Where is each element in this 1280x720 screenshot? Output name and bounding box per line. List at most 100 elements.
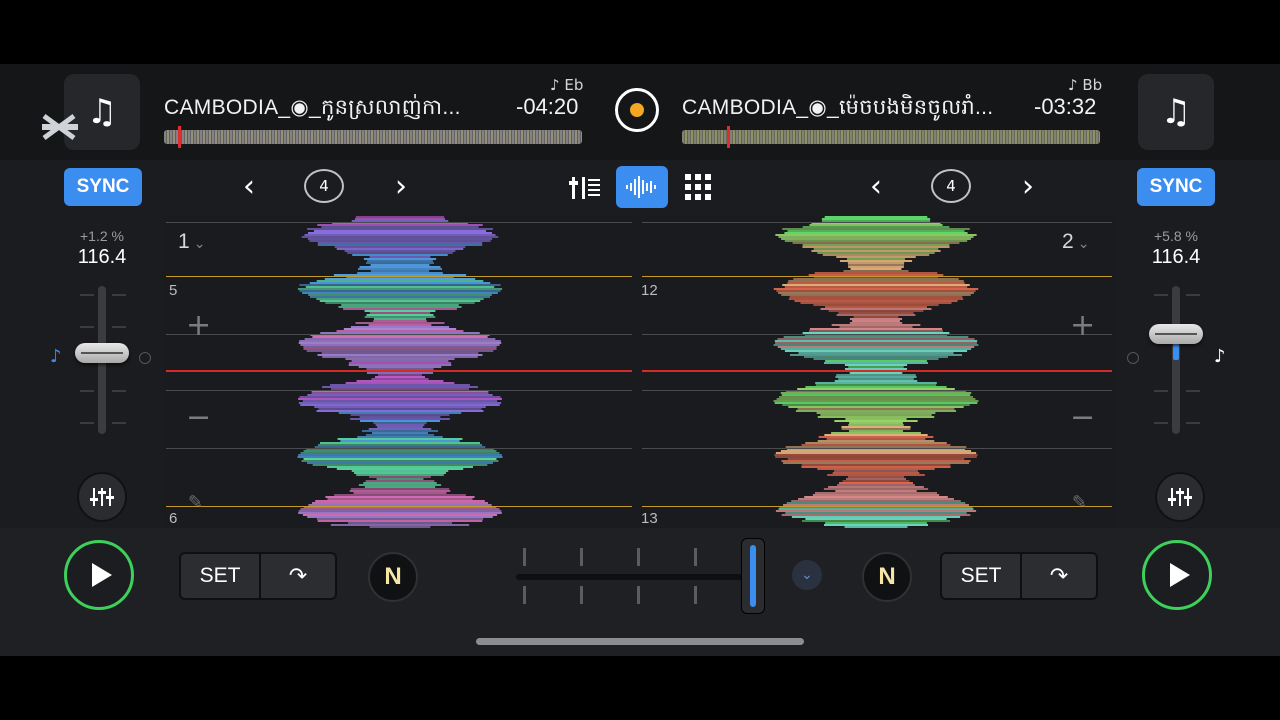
- right-zoom-minus-icon[interactable]: −: [1070, 400, 1095, 435]
- left-loop-next-chevron-right-icon[interactable]: ›: [386, 166, 416, 206]
- waveform-slice: [815, 492, 937, 494]
- left-slider-reset-icon[interactable]: [139, 352, 151, 364]
- slider-tick: [112, 294, 126, 296]
- waveform-slice: [370, 270, 430, 272]
- waveform-slice: [368, 324, 432, 326]
- left-time-remaining: -04:20: [516, 94, 579, 119]
- left-loop-button[interactable]: 4: [301, 166, 347, 206]
- waveform-slice: [358, 366, 442, 368]
- music-note-icon: ♫: [1160, 92, 1192, 132]
- right-playhead-line: [642, 370, 1112, 372]
- waveform-slice: [297, 288, 503, 290]
- waveform-slice: [787, 282, 965, 284]
- right-sync-button[interactable]: SYNC: [1137, 168, 1215, 206]
- waveform-slice: [782, 228, 970, 230]
- deck-toolbar: SYNC ‹ 4 › ‹ 4 › SYNC: [0, 160, 1280, 216]
- left-play-button[interactable]: [64, 540, 134, 610]
- waveform-slice: [369, 256, 431, 258]
- left-overview-waveform[interactable]: [164, 130, 582, 144]
- waveform-slice: [781, 294, 971, 296]
- right-set-cue-button[interactable]: SET: [942, 554, 1022, 598]
- home-indicator[interactable]: [476, 638, 804, 645]
- right-waveform-deck[interactable]: 2 ⌄ 12 13 + − ✎: [638, 216, 1116, 528]
- left-zoom-plus-icon[interactable]: +: [186, 308, 211, 343]
- right-eq-button[interactable]: [1155, 472, 1205, 522]
- right-album-art[interactable]: ♫: [1138, 74, 1214, 150]
- play-icon: [1169, 563, 1190, 587]
- right-play-button[interactable]: [1142, 540, 1212, 610]
- waveform-icon: [626, 176, 656, 198]
- right-loop-next-chevron-right-icon[interactable]: ›: [1013, 166, 1043, 206]
- left-sync-button[interactable]: SYNC: [64, 168, 142, 206]
- waveform-slice: [809, 328, 943, 330]
- right-slider-reset-icon[interactable]: [1127, 352, 1139, 364]
- waveform-slice: [298, 454, 502, 456]
- waveform-slice: [299, 396, 501, 398]
- right-track-title[interactable]: CAMBODIA_◉_ម៉េចបងមិនចូលរាំ...: [682, 94, 993, 125]
- waveform-slice: [779, 396, 973, 398]
- left-jump-button[interactable]: ↷: [261, 554, 335, 598]
- right-neural-mix-button[interactable]: N: [862, 552, 912, 602]
- right-track-key: ♪ Bb: [1068, 76, 1103, 94]
- right-beat-number-bottom: 13: [641, 510, 658, 527]
- left-pitch-percent: +1.2 %: [80, 228, 124, 244]
- waveform-slice: [787, 230, 965, 232]
- waveform-slice: [818, 436, 934, 438]
- waveform-slice: [304, 338, 496, 340]
- dj-app: ♫ CAMBODIA_◉_កូនស្រលាញ់កា... -04:20 ♪ Eb…: [0, 64, 1280, 656]
- right-zoom-plus-icon[interactable]: +: [1070, 308, 1095, 343]
- right-pitch-slider-knob[interactable]: [1149, 324, 1203, 344]
- left-set-cue-button[interactable]: SET: [181, 554, 261, 598]
- right-deck-number[interactable]: 2 ⌄: [1062, 230, 1089, 254]
- right-loop-prev-chevron-left-icon[interactable]: ‹: [861, 166, 891, 206]
- right-keylock-note-icon[interactable]: ♪: [1214, 346, 1226, 367]
- waveform-slice: [820, 414, 932, 416]
- waveform-slice: [337, 438, 463, 440]
- crossfader-menu-chevron-down-icon[interactable]: ⌄: [792, 560, 822, 590]
- left-keylock-note-icon[interactable]: ♪: [50, 346, 62, 367]
- mixer-view-button[interactable]: [559, 166, 611, 208]
- waveform-slice: [298, 512, 502, 514]
- right-overview-waveform[interactable]: [682, 130, 1100, 144]
- waveform-slice: [783, 462, 969, 464]
- slider-tick: [1154, 390, 1168, 392]
- waveform-slice: [800, 302, 952, 304]
- waveform-slice: [797, 408, 955, 410]
- eq-sliders-icon: [90, 488, 114, 506]
- waveform-slice: [303, 346, 497, 348]
- waveform-slice: [347, 252, 453, 254]
- waveform-slice: [373, 422, 427, 424]
- waveform-slice: [317, 444, 483, 446]
- right-edit-pencil-icon[interactable]: ✎: [1072, 492, 1087, 513]
- crossfader-knob[interactable]: [741, 538, 765, 614]
- pads-view-button[interactable]: [672, 166, 724, 208]
- left-loop-prev-chevron-left-icon[interactable]: ‹: [234, 166, 264, 206]
- record-button[interactable]: [615, 88, 659, 132]
- left-edit-pencil-icon[interactable]: ✎: [188, 492, 203, 513]
- waveform-slice: [311, 392, 489, 394]
- left-pitch-readout: +1.2 % 116.4: [62, 228, 142, 269]
- waveform-slice: [802, 226, 950, 228]
- left-zoom-minus-icon[interactable]: −: [186, 400, 211, 435]
- right-jump-button[interactable]: ↷: [1022, 554, 1096, 598]
- right-pitch-slider-track[interactable]: [1172, 286, 1180, 434]
- waveform-slice: [298, 510, 502, 512]
- right-loop-button[interactable]: 4: [928, 166, 974, 206]
- left-deck-number[interactable]: 1 ⌄: [178, 230, 205, 254]
- left-pitch-slider-knob[interactable]: [75, 343, 129, 363]
- left-neural-mix-button[interactable]: N: [368, 552, 418, 602]
- waveform-slice: [351, 470, 449, 472]
- left-waveform-deck[interactable]: 1 ⌄ 5 6 + − ✎: [162, 216, 636, 528]
- left-track-key: ♪ Eb: [550, 76, 584, 94]
- left-track-title[interactable]: CAMBODIA_◉_កូនស្រលាញ់កា...: [164, 94, 461, 125]
- left-eq-button[interactable]: [77, 472, 127, 522]
- waveform-view-button[interactable]: [616, 166, 668, 208]
- waveform-slice: [774, 402, 978, 404]
- waveform-slice: [788, 280, 964, 282]
- waveform-slice: [781, 394, 971, 396]
- waveform-slice: [825, 306, 927, 308]
- waveform-slice: [848, 424, 904, 426]
- waveform-slice: [838, 312, 914, 314]
- crossfader-track[interactable]: [516, 574, 756, 580]
- waveform-slice: [832, 472, 920, 474]
